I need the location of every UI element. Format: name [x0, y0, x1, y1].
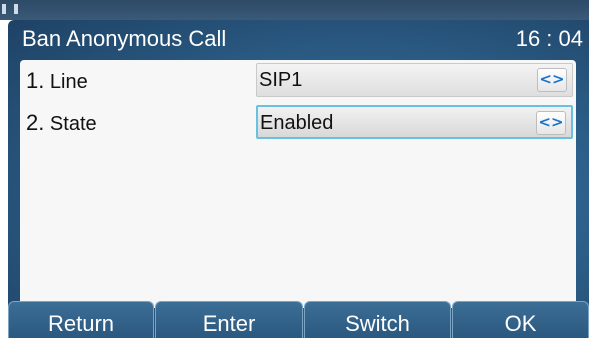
phone-screen: Ban Anonymous Call 16 : 04 1. Line SIP1 …: [0, 0, 589, 338]
main-panel: Ban Anonymous Call 16 : 04 1. Line SIP1 …: [8, 20, 589, 338]
row-label: 1. Line: [26, 68, 88, 93]
page-title: Ban Anonymous Call: [22, 26, 227, 51]
strip-mark: [2, 4, 6, 14]
title-bar: Ban Anonymous Call 16 : 04: [8, 20, 589, 60]
strip-mark: [14, 4, 18, 14]
left-right-arrow-icon[interactable]: <>: [537, 68, 567, 92]
left-right-arrow-icon[interactable]: <>: [536, 111, 566, 135]
state-value: Enabled: [260, 112, 334, 134]
settings-list: 1. Line SIP1 <> 2. State Enabled <>: [20, 60, 576, 308]
line-value: SIP1: [259, 69, 303, 91]
top-strip: [0, 0, 589, 20]
ok-softkey[interactable]: OK: [452, 301, 589, 338]
return-softkey[interactable]: Return: [8, 301, 154, 338]
enter-softkey[interactable]: Enter: [155, 301, 303, 338]
switch-softkey[interactable]: Switch: [304, 301, 451, 338]
softkey-bar: Return Enter Switch OK: [8, 301, 589, 338]
row-label: 2. State: [26, 110, 97, 135]
clock: 16 : 04: [515, 26, 583, 51]
state-select[interactable]: Enabled <>: [256, 105, 573, 139]
setting-row-state[interactable]: 2. State Enabled <>: [20, 102, 576, 142]
line-select[interactable]: SIP1 <>: [256, 63, 573, 97]
setting-row-line[interactable]: 1. Line SIP1 <>: [20, 60, 576, 100]
